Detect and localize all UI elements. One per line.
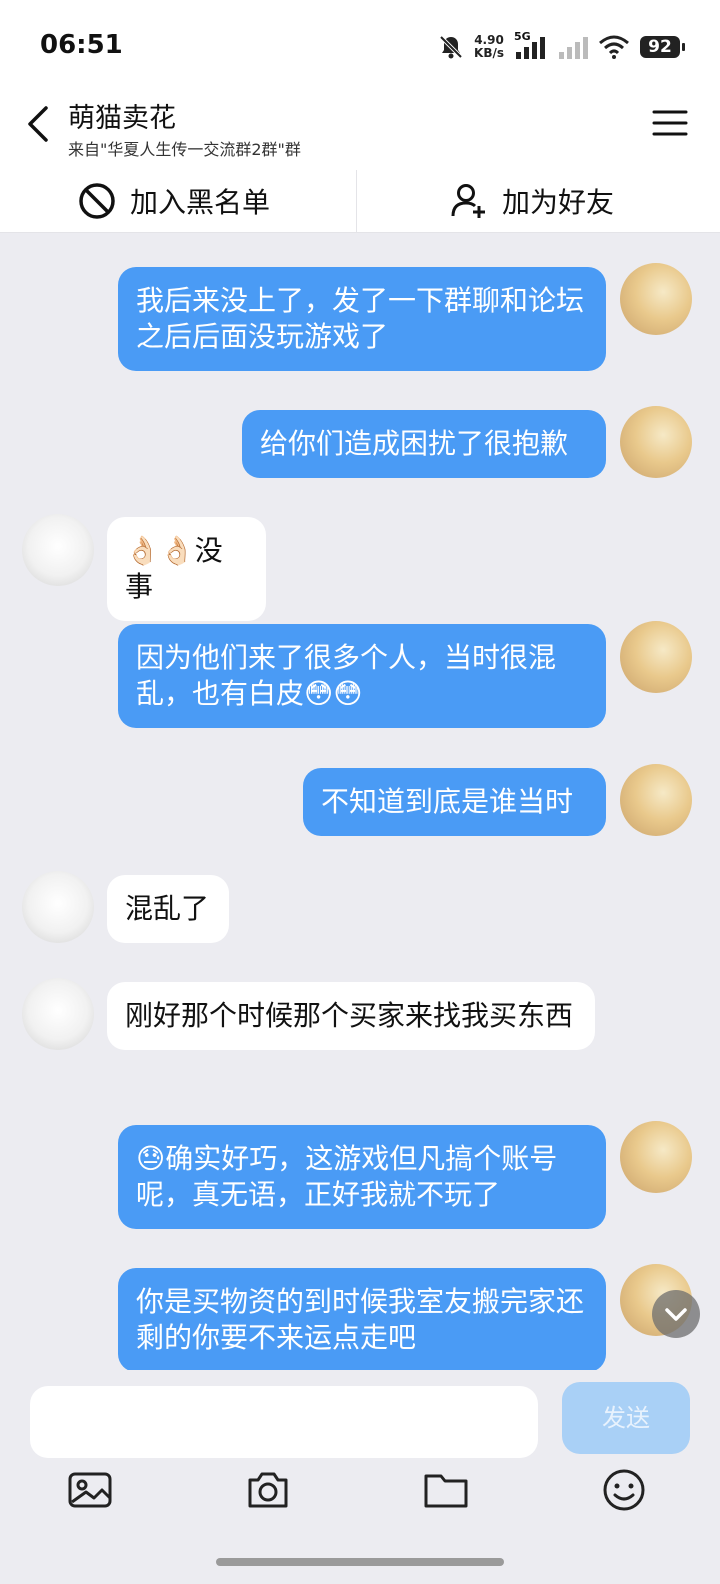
scroll-to-bottom-button[interactable] bbox=[652, 1290, 700, 1338]
chevron-left-icon bbox=[28, 106, 48, 142]
emoji-button[interactable] bbox=[600, 1466, 648, 1514]
back-button[interactable] bbox=[20, 100, 60, 148]
chat-header: 萌猫卖花 来自"华夏人生传一交流群2群"群 bbox=[0, 90, 720, 170]
folder-icon bbox=[424, 1474, 468, 1508]
status-icons: 4.90 KB/s 5G 92 bbox=[438, 30, 685, 64]
signal-5g-icon: 5G bbox=[514, 30, 548, 60]
status-bar: 06:51 4.90 KB/s 5G 92 bbox=[0, 0, 720, 90]
folder-button[interactable] bbox=[422, 1466, 470, 1514]
action-bar: 加入黑名单 加为好友 bbox=[0, 170, 720, 233]
block-icon bbox=[79, 183, 115, 219]
chevron-down-icon bbox=[665, 1308, 687, 1321]
net-speed: 4.90 KB/s bbox=[474, 34, 504, 60]
image-button[interactable] bbox=[66, 1466, 114, 1514]
avatar-contact[interactable] bbox=[22, 978, 94, 1050]
message-bubble-incoming[interactable]: 混乱了 bbox=[107, 875, 229, 943]
message-bubble-outgoing[interactable]: 给你们造成困扰了很抱歉 bbox=[242, 410, 606, 478]
image-icon bbox=[68, 1472, 112, 1508]
avatar-self[interactable] bbox=[620, 1121, 692, 1193]
add-friend-label: 加为好友 bbox=[502, 186, 615, 219]
avatar-contact[interactable] bbox=[22, 871, 94, 943]
camera-button[interactable] bbox=[244, 1466, 292, 1514]
message-bubble-outgoing[interactable]: 因为他们来了很多个人，当时很混乱，也有白皮😳😳 bbox=[118, 624, 606, 728]
composer: 发送 bbox=[0, 1370, 720, 1584]
message-bubble-outgoing[interactable]: 不知道到底是谁当时 bbox=[303, 768, 606, 836]
avatar-self[interactable] bbox=[620, 621, 692, 693]
chat-subtitle: 来自"华夏人生传一交流群2群"群 bbox=[68, 140, 301, 159]
status-time: 06:51 bbox=[40, 30, 123, 60]
message-bubble-outgoing[interactable]: 😓确实好巧，这游戏但凡搞个账号呢，真无语，正好我就不玩了 bbox=[118, 1125, 606, 1229]
message-input[interactable] bbox=[30, 1386, 538, 1458]
message-bubble-outgoing[interactable]: 我后来没上了，发了一下群聊和论坛之后后面没玩游戏了 bbox=[118, 267, 606, 371]
wifi-icon bbox=[599, 35, 629, 59]
camera-icon bbox=[248, 1472, 288, 1508]
block-label: 加入黑名单 bbox=[130, 186, 271, 219]
add-user-icon bbox=[451, 184, 485, 218]
emoji-icon bbox=[603, 1469, 645, 1511]
mute-bell-icon bbox=[439, 35, 463, 59]
home-indicator[interactable] bbox=[216, 1558, 504, 1566]
hamburger-icon bbox=[652, 110, 688, 136]
message-list[interactable]: 我后来没上了，发了一下群聊和论坛之后后面没玩游戏了 给你们造成困扰了很抱歉 👌🏻… bbox=[0, 233, 720, 1370]
net-speed-unit: KB/s bbox=[474, 46, 504, 60]
add-friend-button[interactable]: 加为好友 bbox=[450, 170, 614, 232]
action-divider bbox=[356, 170, 357, 232]
signal-sim2-icon bbox=[559, 37, 588, 59]
message-bubble-incoming[interactable]: 刚好那个时候那个买家来找我买东西 bbox=[107, 982, 595, 1050]
block-button[interactable]: 加入黑名单 bbox=[78, 170, 270, 232]
send-button[interactable]: 发送 bbox=[562, 1382, 690, 1454]
chat-title: 萌猫卖花 bbox=[68, 103, 176, 134]
message-bubble-outgoing[interactable]: 你是买物资的到时候我室友搬完家还剩的你要不来运点走吧 bbox=[118, 1268, 606, 1370]
avatar-contact[interactable] bbox=[22, 514, 94, 586]
avatar-self[interactable] bbox=[620, 263, 692, 335]
avatar-self[interactable] bbox=[620, 406, 692, 478]
battery-indicator: 92 bbox=[640, 36, 685, 58]
menu-button[interactable] bbox=[650, 106, 690, 140]
message-bubble-incoming[interactable]: 👌🏻👌🏻没事 bbox=[107, 517, 266, 621]
avatar-self[interactable] bbox=[620, 764, 692, 836]
